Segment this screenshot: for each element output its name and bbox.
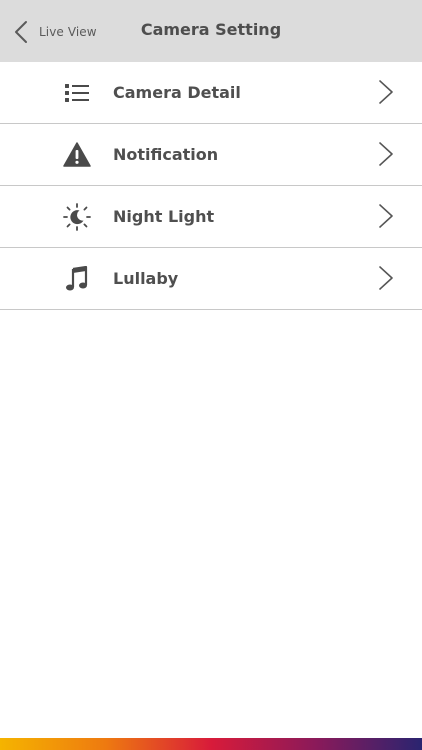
- menu-item-label: Camera Detail: [113, 83, 241, 102]
- list-icon: [62, 79, 92, 107]
- settings-menu: Camera Detail Notification Night Light L…: [0, 62, 422, 310]
- chevron-right-icon: [378, 265, 394, 291]
- chevron-right-icon: [378, 141, 394, 167]
- menu-item-camera-detail[interactable]: Camera Detail: [0, 62, 422, 124]
- menu-item-label: Notification: [113, 145, 219, 164]
- menu-item-night-light[interactable]: Night Light: [0, 186, 422, 248]
- menu-item-notification[interactable]: Notification: [0, 124, 422, 186]
- page-title: Camera Setting: [140, 20, 282, 39]
- chevron-right-icon: [378, 79, 394, 105]
- night-light-icon: [62, 203, 92, 231]
- menu-item-label: Lullaby: [113, 269, 179, 288]
- music-note-icon: [62, 265, 92, 293]
- chevron-right-icon: [378, 203, 394, 229]
- warning-icon: [62, 141, 92, 169]
- header-bar: Live View Camera Setting: [0, 0, 422, 62]
- menu-item-lullaby[interactable]: Lullaby: [0, 248, 422, 310]
- menu-item-label: Night Light: [113, 207, 215, 226]
- brand-gradient-bar: [0, 738, 422, 750]
